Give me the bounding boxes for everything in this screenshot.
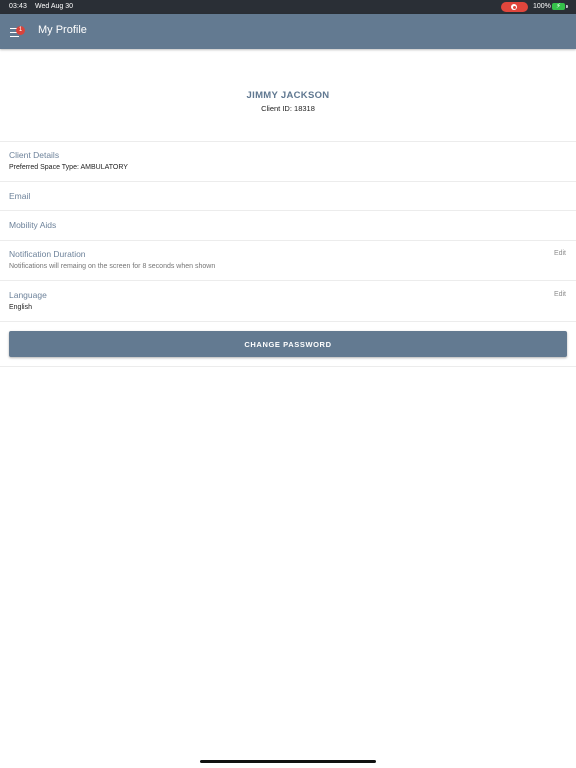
client-id-label: Client ID: — [261, 104, 292, 113]
screen-recording-icon — [501, 2, 528, 12]
notification-duration-row: Notification Duration Notifications will… — [0, 241, 576, 281]
change-password-section: CHANGE PASSWORD — [0, 322, 576, 367]
change-password-button[interactable]: CHANGE PASSWORD — [9, 331, 567, 357]
status-time: 03:43 — [9, 3, 28, 10]
nav-bar: 1 My Profile — [0, 14, 576, 49]
status-date: Wed Aug 30 — [35, 3, 74, 10]
notification-duration-edit-link[interactable]: Edit — [554, 250, 566, 257]
email-row: Email — [0, 182, 576, 211]
profile-header: JIMMY JACKSON Client ID: 18318 — [0, 50, 576, 142]
mobility-aids-row: Mobility Aids — [0, 211, 576, 241]
notification-duration-value: Notifications will remaing on the screen… — [9, 263, 216, 270]
home-indicator[interactable] — [200, 760, 376, 763]
language-row: Language English Edit — [0, 281, 576, 322]
hamburger-icon-line — [10, 36, 19, 38]
battery-cap — [566, 5, 568, 8]
email-label: Email — [9, 191, 31, 201]
preferred-space-type: Preferred Space Type: AMBULATORY — [9, 164, 128, 171]
mobility-aids-label: Mobility Aids — [9, 220, 57, 230]
client-details-row: Client Details Preferred Space Type: AMB… — [0, 141, 576, 182]
client-id: Client ID: 18318 — [0, 104, 576, 113]
status-bar: 03:43 Wed Aug 30 100% ⚡ — [0, 0, 576, 14]
profile-screen: 03:43 Wed Aug 30 100% ⚡ 1 My Profile JIM… — [0, 0, 576, 768]
battery-icon: ⚡ — [552, 3, 565, 10]
language-edit-link[interactable]: Edit — [554, 291, 566, 298]
language-label: Language — [9, 290, 47, 300]
language-value: English — [9, 304, 32, 311]
page-title: My Profile — [38, 24, 87, 36]
battery-percent: 100% — [533, 3, 551, 10]
client-name: JIMMY JACKSON — [246, 90, 330, 101]
client-details-label: Client Details — [9, 150, 60, 160]
notification-duration-label: Notification Duration — [9, 249, 86, 259]
client-id-value: 18318 — [294, 104, 315, 113]
notification-badge: 1 — [16, 26, 25, 35]
menu-button[interactable]: 1 — [8, 24, 26, 40]
